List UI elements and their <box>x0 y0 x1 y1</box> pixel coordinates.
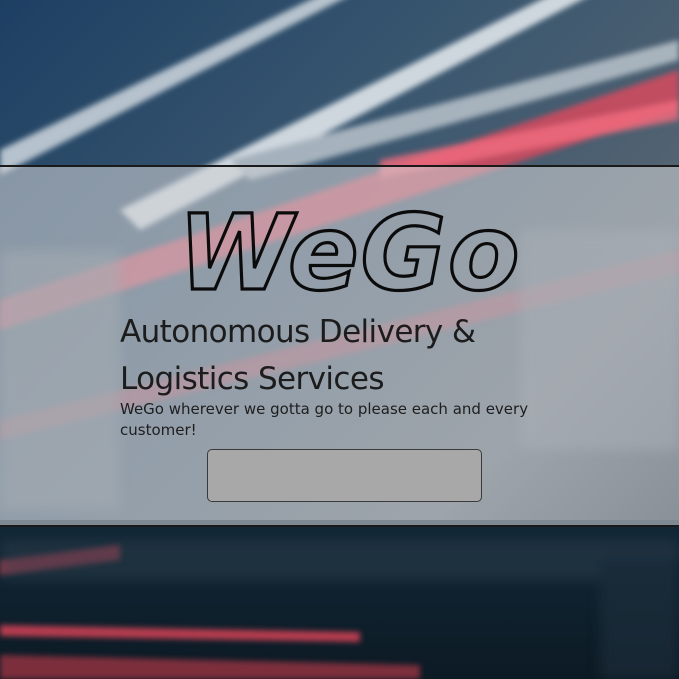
hero-headline: Autonomous Delivery & Logistics Services <box>120 314 476 397</box>
hero-banner: WeGo Autonomous Delivery & Logistics Ser… <box>0 165 679 527</box>
svg-text:WeGo: WeGo <box>178 192 518 307</box>
hero-tagline: WeGo wherever we gotta go to please each… <box>120 400 529 439</box>
wego-logo: WeGo <box>176 190 518 307</box>
cta-button[interactable] <box>207 449 482 502</box>
